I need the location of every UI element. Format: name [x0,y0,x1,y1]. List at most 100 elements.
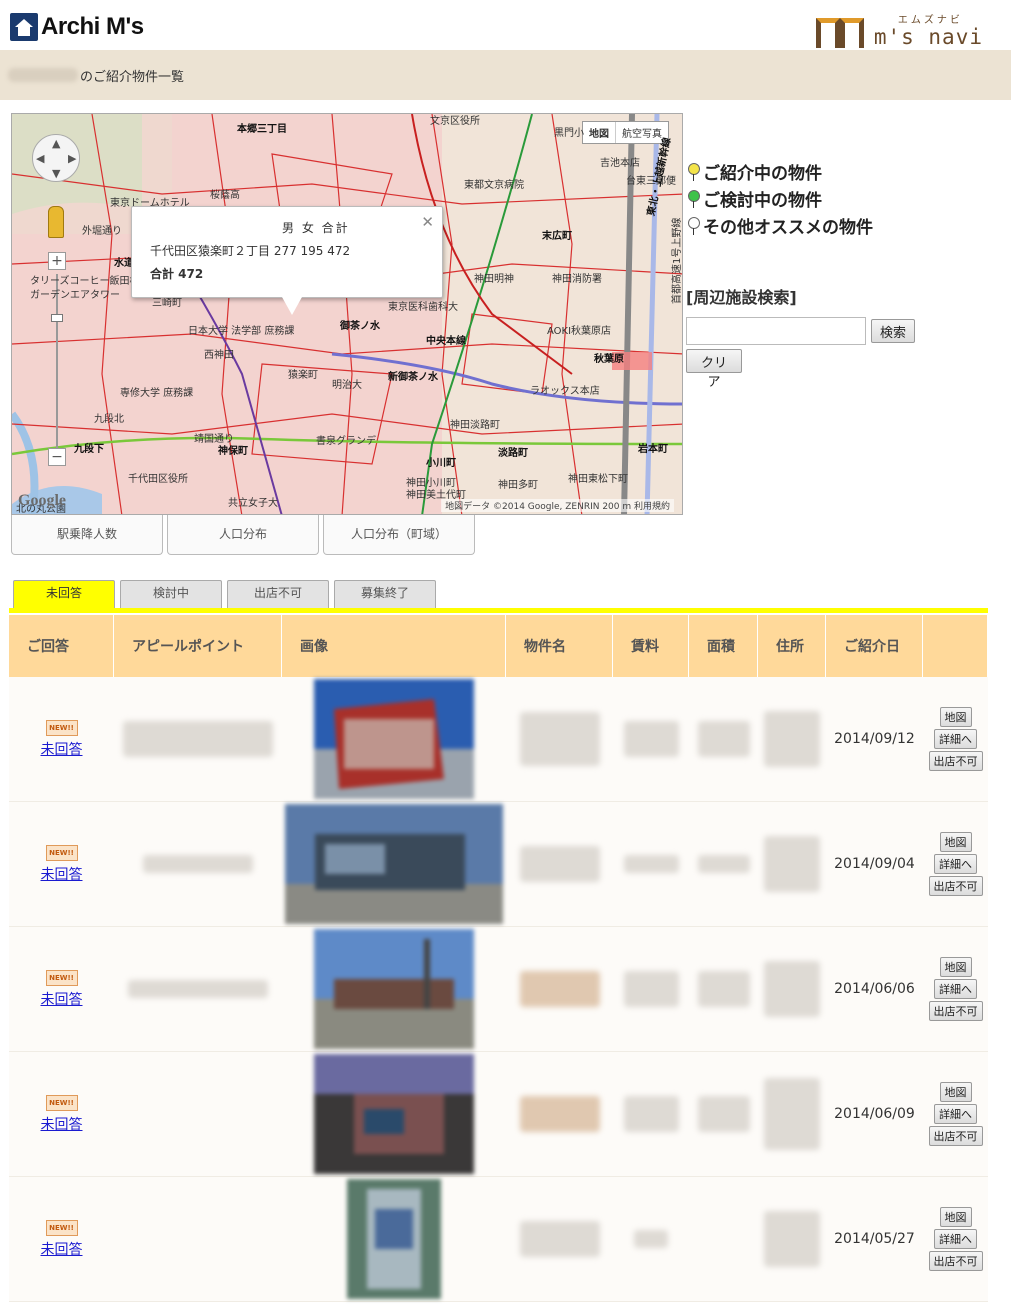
archims-logo[interactable]: Archi M's [10,12,144,42]
status-link[interactable]: 未回答 [41,864,83,884]
map-button[interactable]: 地図 [939,1082,972,1102]
property-photo[interactable] [314,929,474,1049]
map-label: 神田明神 [474,274,514,285]
address-blurred [764,711,820,767]
tab-considering[interactable]: 検討中 [120,580,222,608]
map-label: 桜蔭高 [210,190,240,201]
pan-control[interactable]: ▲ ▼ ◀ ▶ [32,134,80,182]
not-possible-button[interactable]: 出店不可 [928,1126,983,1146]
population-distribution-town-button[interactable]: 人口分布（町域） [323,515,475,555]
detail-button[interactable]: 詳細へ [934,1229,977,1249]
column-header: 住所 [758,615,826,677]
map-label: 神田東松下町 [568,474,628,485]
column-header: アピールポイント [114,615,282,677]
facility-clear-button[interactable]: クリア [686,349,742,389]
map-type-switch[interactable]: 地図 航空写真 [582,121,669,144]
property-name-blurred [519,1221,600,1257]
tab-underline [9,608,988,613]
zoom-in-button[interactable]: + [48,252,66,270]
map-button[interactable]: 地図 [939,957,972,977]
detail-button[interactable]: 詳細へ [934,854,977,874]
map-label: 東都文京病院 [464,180,524,191]
property-name-blurred [519,712,600,766]
map-label: ラオックス本店 [530,386,600,397]
table-row: NEW!! 未回答 2014/09/04 地図 詳細へ 出店不可 [9,802,988,927]
not-possible-button[interactable]: 出店不可 [928,1001,983,1021]
area-blurred [697,1096,750,1132]
facility-search-button[interactable]: 検索 [871,319,916,343]
zoom-out-button[interactable]: − [48,448,66,466]
map-label: 東京医科歯科大 [388,302,458,313]
detail-button[interactable]: 詳細へ [934,979,977,999]
info-window-total: 合計 472 [150,267,204,281]
appeal-point-blurred [128,980,268,998]
map-canvas [12,114,682,514]
msnavi-kana: エムズナビ [897,15,963,26]
population-distribution-button[interactable]: 人口分布 [167,515,319,555]
map-type-map[interactable]: 地図 [583,122,615,143]
map-label: 神保町 [218,446,248,457]
tab-closed[interactable]: 募集終了 [334,580,436,608]
archims-logo-text: Archi M's [41,13,144,40]
table-row: NEW!! 未回答 2014/09/12 地図 詳細へ 出店不可 [9,677,988,802]
map-label: 新御茶ノ水 [388,372,438,383]
appeal-point-blurred [123,721,273,757]
column-header [923,615,988,677]
rent-blurred [623,855,679,873]
house-logo-icon [10,13,38,41]
status-link[interactable]: 未回答 [41,989,83,1009]
property-name-blurred [519,1096,600,1132]
intro-date: 2014/09/12 [834,731,915,747]
zoom-track[interactable] [56,274,58,454]
column-header: ご紹介日 [826,615,923,677]
map[interactable]: 地図 航空写真 ▲ ▼ ◀ ▶ + − 本郷三丁目 文京区役所 黒門小 吉池本店… [11,113,683,515]
pan-down-icon[interactable]: ▼ [52,167,60,180]
legend-label: その他オススメの物件 [703,218,873,238]
pan-up-icon[interactable]: ▲ [52,137,60,150]
station-ridership-button[interactable]: 駅乗降人数 [11,515,163,555]
map-label: 黒門小 [554,128,584,139]
status-link[interactable]: 未回答 [41,739,83,759]
rent-blurred [623,971,679,1007]
msnavi-logo[interactable]: エムズナビ m's navi [815,8,983,48]
map-label: 淡路町 [498,448,528,459]
map-label: 西神田 [204,350,234,361]
status-link[interactable]: 未回答 [41,1239,83,1259]
not-possible-button[interactable]: 出店不可 [928,876,983,896]
map-label: 岩本町 [638,444,668,455]
table-row: NEW!! 未回答 2014/05/27 地図 詳細へ 出店不可 [9,1177,988,1302]
rent-blurred [634,1230,668,1248]
not-possible-button[interactable]: 出店不可 [928,1251,983,1271]
property-photo[interactable] [314,1054,474,1174]
status-tabs: 未回答 検討中 出店不可 募集終了 [13,580,441,608]
status-link[interactable]: 未回答 [41,1114,83,1134]
column-header: 画像 [282,615,506,677]
page-title: のご紹介物件一覧 [80,70,185,85]
street-view-pegman-icon[interactable] [48,206,64,238]
tab-not-possible[interactable]: 出店不可 [227,580,329,608]
map-button[interactable]: 地図 [939,707,972,727]
property-photo[interactable] [314,679,474,799]
facility-search-input[interactable] [686,317,866,345]
address-blurred [764,1211,820,1267]
map-label: 吉池本店 [600,158,640,169]
property-photo[interactable] [347,1179,441,1299]
zoom-slider-handle[interactable] [51,314,63,322]
detail-button[interactable]: 詳細へ [934,1104,977,1124]
intro-date: 2014/06/09 [834,1106,915,1122]
close-icon[interactable]: ✕ [421,213,434,231]
not-possible-button[interactable]: 出店不可 [928,751,983,771]
map-label: 神田消防署 [552,274,602,285]
detail-button[interactable]: 詳細へ [934,729,977,749]
property-photo[interactable] [285,804,503,924]
white-pin-icon [688,216,700,235]
pan-left-icon[interactable]: ◀ [36,152,44,165]
column-header: 面積 [689,615,758,677]
tab-unanswered[interactable]: 未回答 [13,580,115,608]
map-button[interactable]: 地図 [939,832,972,852]
map-legend: ご紹介中の物件 ご検討中の物件 その他オススメの物件 [688,158,873,239]
map-label: 日本大学 法学部 庶務課 [188,326,295,337]
map-label: 御茶ノ水 [340,321,380,332]
map-button[interactable]: 地図 [939,1207,972,1227]
pan-right-icon[interactable]: ▶ [68,152,76,165]
